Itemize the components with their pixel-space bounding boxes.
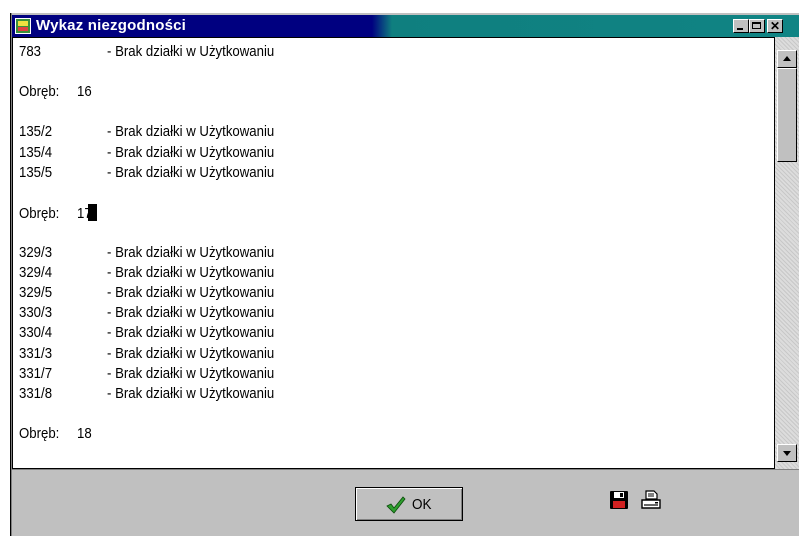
issue-description: - Brak działki w Użytkowaniu — [107, 284, 275, 302]
list-item: 135/2 - Brak działki w Użytkowaniu — [19, 123, 297, 143]
arrow-down-icon — [783, 451, 791, 456]
list-item: 331/3 - Brak działki w Użytkowaniu — [19, 345, 297, 365]
list-item: 331/7 - Brak działki w Użytkowaniu — [19, 365, 297, 385]
obreb-label: Obręb: — [19, 204, 60, 222]
app-icon[interactable] — [15, 18, 31, 34]
floppy-disk-icon[interactable] — [609, 490, 629, 510]
parcel-number: 135/4 — [19, 143, 53, 161]
issue-description: - Brak działki w Użytkowaniu — [107, 304, 275, 322]
list-item: 135/5 - Brak działki w Użytkowaniu — [19, 164, 297, 184]
vertical-scrollbar[interactable] — [775, 37, 799, 469]
list-item: 135/4 - Brak działki w Użytkowaniu — [19, 144, 297, 164]
parcel-number: 329/5 — [19, 284, 53, 302]
list-item: 329/3 - Brak działki w Użytkowaniu — [19, 244, 297, 264]
obreb-number: 18 — [77, 424, 92, 442]
ok-button-label: OK — [412, 496, 432, 513]
issue-description: - Brak działki w Użytkowaniu — [107, 143, 275, 161]
window-title: Wykaz niezgodności — [36, 17, 187, 34]
parcel-number: 329/4 — [19, 264, 53, 282]
window: Wykaz niezgodności ✕ 783 - Brak działki w… — [0, 0, 799, 536]
issue-description: - Brak działki w Użytkowaniu — [107, 324, 275, 342]
list-item: 330/3 - Brak działki w Użytkowaniu — [19, 304, 297, 324]
parcel-number: 331/3 — [19, 344, 53, 362]
list-item: 329/5 - Brak działki w Użytkowaniu — [19, 284, 297, 304]
title-bar[interactable]: Wykaz niezgodności ✕ — [12, 15, 799, 37]
issue-description: - Brak działki w Użytkowaniu — [107, 384, 275, 402]
desktop-background-left — [0, 13, 10, 536]
issue-description: - Brak działki w Użytkowaniu — [107, 244, 275, 261]
printer-icon[interactable] — [640, 489, 662, 511]
obreb-heading: Obręb: 17 — [19, 203, 97, 224]
issue-description: - Brak działki w Użytkowaniu — [107, 43, 275, 60]
report-text-area[interactable]: 783 - Brak działki w Użytkowaniu Obręb: 16 1… — [12, 37, 775, 469]
parcel-number: 330/3 — [19, 304, 53, 322]
parcel-number: 135/2 — [19, 123, 53, 141]
obreb-label: Obręb: — [19, 424, 60, 442]
minimize-button[interactable] — [733, 19, 749, 33]
list-item: 329/4 - Brak działki w Użytkowaniu — [19, 264, 297, 284]
desktop-background — [0, 0, 799, 13]
scroll-down-button[interactable] — [777, 444, 797, 462]
obreb-label: Obręb: — [19, 83, 60, 101]
list-item: 331/8 - Brak działki w Użytkowaniu — [19, 385, 297, 405]
list-item: 330/4 - Brak działki w Użytkowaniu — [19, 324, 297, 344]
issue-description: - Brak działki w Użytkowaniu — [107, 163, 275, 181]
button-panel: OK — [12, 469, 799, 536]
issue-description: - Brak działki w Użytkowaniu — [107, 123, 275, 141]
parcel-number: 331/8 — [19, 384, 53, 402]
ok-button[interactable]: OK — [355, 487, 463, 521]
parcel-number: 135/5 — [19, 163, 53, 181]
parcel-number: 329/3 — [19, 244, 53, 261]
arrow-up-icon — [783, 56, 791, 61]
parcel-number: 783 — [19, 43, 42, 60]
obreb-heading: Obręb: 18 — [19, 425, 94, 445]
issue-description: - Brak działki w Użytkowaniu — [107, 344, 275, 362]
scroll-thumb[interactable] — [777, 68, 797, 162]
parcel-number: 331/7 — [19, 364, 53, 382]
scroll-up-button[interactable] — [777, 50, 797, 68]
close-button[interactable]: ✕ — [767, 19, 783, 33]
obreb-number: 16 — [77, 83, 92, 101]
obreb-heading: Obręb: 16 — [19, 83, 94, 103]
checkmark-icon — [386, 496, 406, 514]
close-icon: ✕ — [769, 19, 781, 33]
issue-description: - Brak działki w Użytkowaniu — [107, 264, 275, 282]
obreb-number: 17 — [77, 204, 92, 222]
list-item: 783 - Brak działki w Użytkowaniu — [19, 43, 297, 63]
issue-description: - Brak działki w Użytkowaniu — [107, 364, 275, 382]
parcel-number: 330/4 — [19, 324, 53, 342]
maximize-button[interactable] — [749, 19, 765, 33]
